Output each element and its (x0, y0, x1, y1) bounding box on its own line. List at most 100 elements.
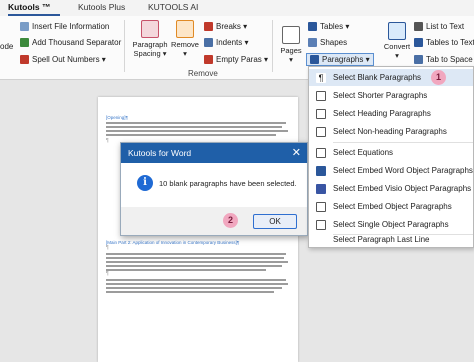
menu-item-select-embed-object-paragraphs[interactable]: Select Embed Object Paragraphs (309, 198, 473, 215)
text-line (106, 253, 286, 255)
menu-item-select-shorter-paragraphs[interactable]: Select Shorter Paragraphs (309, 87, 473, 104)
menu-item-select-heading-paragraphs[interactable]: Select Heading Paragraphs (309, 105, 473, 122)
tab-kutools-plus[interactable]: Kutools Plus (78, 2, 125, 12)
menu-item-label: Select Blank Paragraphs (333, 73, 422, 82)
menu-separator (333, 142, 473, 143)
table-icon (308, 22, 317, 31)
text-line (106, 134, 276, 136)
ribbon-tab-bar: Kutools ™ Kutools Plus KUTOOLS AI (0, 0, 474, 16)
equations-icon (316, 147, 326, 158)
info-icon: i (137, 175, 153, 191)
tables-label: Tables ▾ (320, 22, 350, 31)
close-icon[interactable]: ✕ (292, 146, 301, 159)
add-thousand-separator-label: Add Thousand Separator (32, 38, 122, 47)
menu-item-label: Select Embed Word Object Paragraphs (333, 166, 473, 175)
paragraph-spacing-button[interactable]: Paragraph Spacing ▾ (132, 20, 168, 58)
text-line (106, 261, 288, 263)
convert-label: Convert ▾ (383, 42, 411, 60)
breaks-button[interactable]: Breaks ▾ (204, 22, 247, 31)
menu-item-label: Select Equations (333, 148, 394, 157)
add-thousand-separator-button[interactable]: Add Thousand Separator (20, 38, 121, 47)
remove-group-label: Remove (188, 69, 218, 78)
shapes-button[interactable]: Shapes (308, 38, 347, 47)
menu-item-label: Select Non-heading Paragraphs (333, 127, 447, 136)
ok-button[interactable]: OK (253, 214, 297, 229)
tab-kutools[interactable]: Kutools ™ (8, 2, 51, 12)
opening-heading: [Opening]¶ (106, 115, 128, 120)
embed-object-icon (316, 201, 326, 212)
breaks-label: Breaks ▾ (216, 22, 248, 31)
truncated-button-label[interactable]: ode (0, 42, 13, 51)
breaks-icon (204, 22, 213, 31)
menu-item-label: Select Shorter Paragraphs (333, 91, 428, 100)
text-line (106, 122, 286, 124)
menu-item-label: Select Single Object Paragraphs (333, 220, 449, 229)
pages-label: Pages ▾ (280, 46, 302, 64)
ribbon-separator (124, 20, 125, 72)
text-line (106, 291, 274, 293)
heading-paragraphs-icon (316, 108, 326, 119)
paragraph-spacing-icon (141, 20, 159, 38)
paragraphs-icon (310, 55, 319, 64)
tab-kutools-ai[interactable]: KUTOOLS AI (148, 2, 198, 12)
spell-numbers-icon (20, 55, 29, 64)
file-info-icon (20, 22, 29, 31)
dialog-title: Kutools for Word (128, 148, 192, 158)
text-line (106, 265, 282, 267)
indents-label: Indents ▾ (216, 38, 249, 47)
insert-file-information-button[interactable]: Insert File Information (20, 22, 109, 31)
remove-label: Remove ▾ (171, 40, 199, 58)
shapes-label: Shapes (320, 38, 348, 47)
eraser-icon (176, 20, 194, 38)
word-object-icon (316, 165, 326, 176)
menu-item-select-non-heading-paragraphs[interactable]: Select Non-heading Paragraphs (309, 123, 473, 140)
non-heading-paragraphs-icon (316, 126, 326, 137)
convert-icon (388, 22, 406, 40)
tab-to-space-label: Tab to Space (426, 55, 473, 64)
text-line (106, 287, 282, 289)
menu-item-label: Select Heading Paragraphs (333, 109, 431, 118)
pages-icon (282, 26, 300, 44)
shorter-paragraphs-icon (316, 90, 326, 101)
shapes-icon (308, 38, 317, 47)
empty-paras-button[interactable]: Empty Paras ▾ (204, 55, 268, 64)
text-line (106, 279, 286, 281)
list-to-text-label: List to Text (426, 22, 465, 31)
list-to-text-button[interactable]: List to Text (414, 22, 464, 31)
tables-to-text-button[interactable]: Tables to Text (414, 38, 474, 47)
menu-item-label: Select Paragraph Last Line (333, 235, 430, 244)
indents-button[interactable]: Indents ▾ (204, 38, 248, 47)
empty-paras-label: Empty Paras ▾ (216, 55, 269, 64)
dialog-title-bar: Kutools for Word ✕ (121, 143, 307, 163)
blank-icon (316, 234, 326, 245)
menu-item-select-embed-word-object-paragraphs[interactable]: Select Embed Word Object Paragraphs (309, 162, 473, 179)
dialog-body: i 10 blank paragraphs have been selected… (121, 163, 307, 207)
spell-out-numbers-button[interactable]: Spell Out Numbers ▾ (20, 55, 106, 64)
paragraphs-dropdown-button[interactable]: Paragraphs ▾ (306, 53, 374, 66)
menu-item-select-blank-paragraphs[interactable]: ¶ Select Blank Paragraphs (309, 69, 473, 86)
pilcrow-icon: ¶ (316, 72, 326, 83)
paragraph-spacing-label: Paragraph Spacing ▾ (132, 40, 168, 58)
remove-button[interactable]: Remove ▾ (170, 20, 200, 58)
dialog-message: 10 blank paragraphs have been selected. (159, 179, 297, 188)
kutools-message-dialog: Kutools for Word ✕ i 10 blank paragraphs… (120, 142, 308, 236)
ribbon-separator (272, 20, 273, 72)
step-badge-1: 1 (431, 70, 446, 85)
spell-out-numbers-label: Spell Out Numbers ▾ (32, 55, 106, 64)
paragraphs-label: Paragraphs ▾ (322, 55, 370, 64)
table-icon (414, 38, 423, 47)
empty-paras-icon (204, 55, 213, 64)
convert-button[interactable]: Convert ▾ (382, 22, 412, 60)
paragraphs-dropdown-menu: ¶ Select Blank Paragraphs 1 Select Short… (308, 66, 474, 248)
tab-to-space-button[interactable]: Tab to Space (414, 55, 473, 64)
paragraph-mark: ¶ (106, 271, 109, 277)
dialog-footer: 2 OK (121, 207, 307, 235)
indents-icon (204, 38, 213, 47)
menu-item-select-embed-visio-object-paragraphs[interactable]: Select Embed Visio Object Paragraphs (309, 180, 473, 197)
menu-item-select-paragraph-last-line[interactable]: Select Paragraph Last Line (309, 231, 473, 248)
pages-button[interactable]: Pages ▾ (278, 26, 304, 64)
text-line (106, 130, 288, 132)
menu-item-select-equations[interactable]: Select Equations (309, 144, 473, 161)
tables-button[interactable]: Tables ▾ (308, 22, 349, 31)
step-badge-2: 2 (223, 213, 238, 228)
